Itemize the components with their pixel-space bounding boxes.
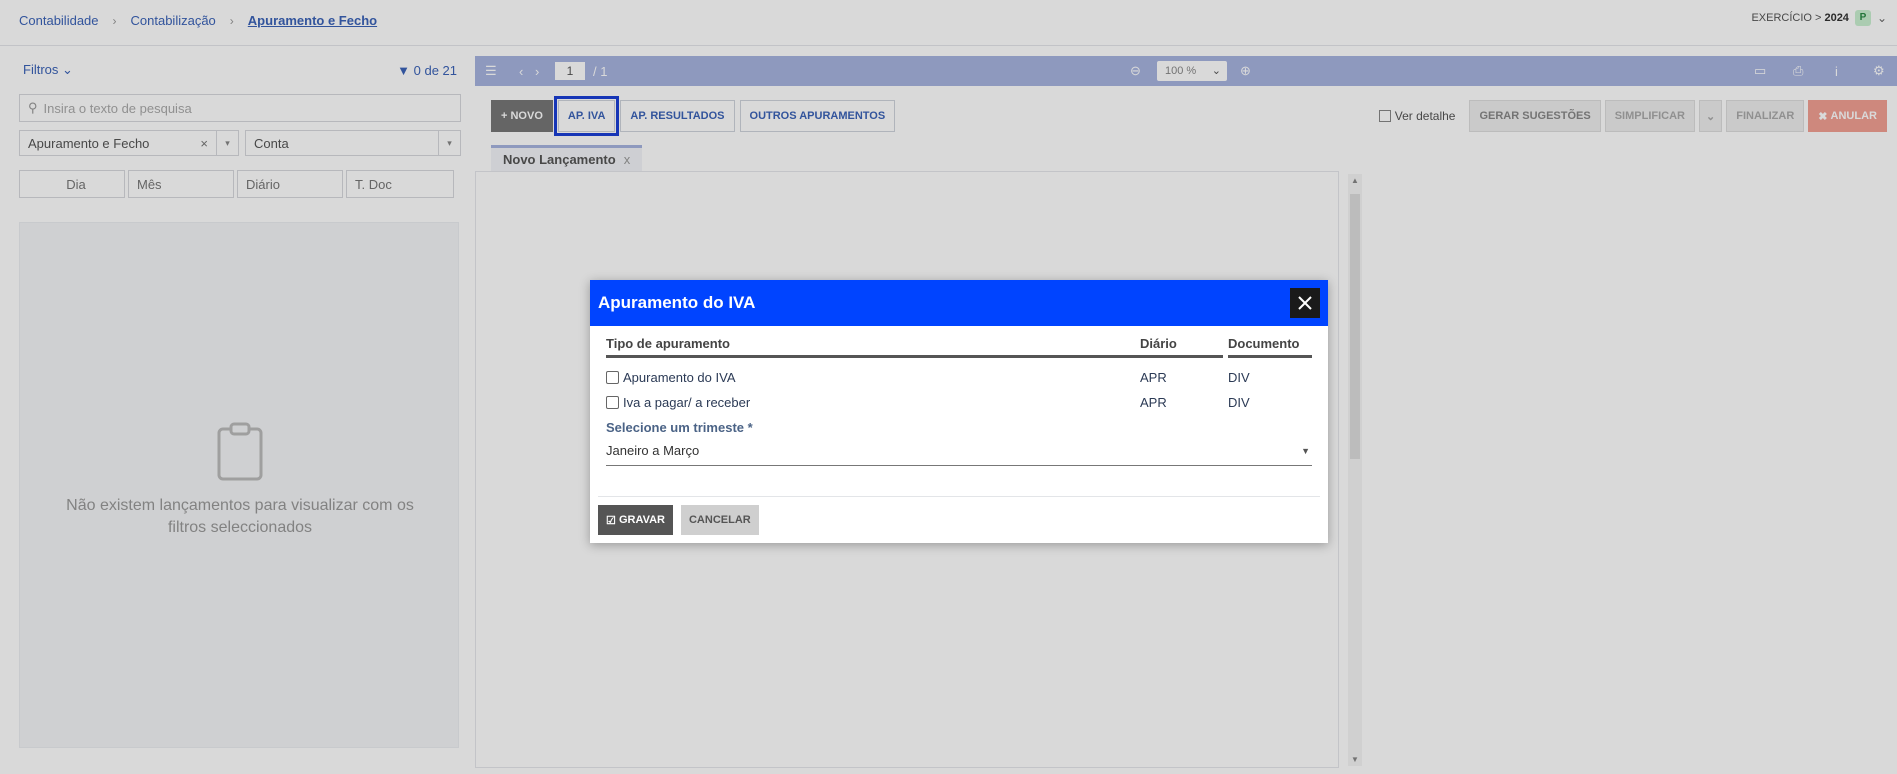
- row-apuramento-iva[interactable]: Apuramento do IVA: [606, 370, 736, 385]
- col-documento: Documento: [1228, 336, 1312, 358]
- row-documento: DIV: [1228, 370, 1250, 385]
- col-tipo-apuramento: Tipo de apuramento: [606, 336, 1150, 358]
- trimestre-label: Selecione um trimeste *: [606, 420, 753, 435]
- col-diario: Diário: [1140, 336, 1223, 358]
- apuramento-iva-dialog: Apuramento do IVA Tipo de apuramento Diá…: [590, 280, 1328, 543]
- apuramento-iva-checkbox[interactable]: [606, 371, 619, 384]
- trimestre-value: Janeiro a Março: [606, 443, 700, 458]
- dialog-header: Apuramento do IVA: [590, 280, 1328, 326]
- dropdown-arrow-icon: ▼: [1301, 446, 1310, 456]
- iva-pagar-receber-checkbox[interactable]: [606, 396, 619, 409]
- save-label: GRAVAR: [618, 514, 665, 526]
- row-label: Iva a pagar/ a receber: [623, 395, 751, 410]
- row-diario: APR: [1140, 370, 1167, 385]
- dialog-title: Apuramento do IVA: [598, 293, 756, 312]
- cancel-button[interactable]: CANCELAR: [680, 505, 759, 535]
- close-dialog-button[interactable]: [1290, 288, 1320, 318]
- row-iva-pagar-receber[interactable]: Iva a pagar/ a receber: [606, 395, 750, 410]
- row-documento: DIV: [1228, 395, 1250, 410]
- trimestre-select[interactable]: Janeiro a Março ▼: [606, 440, 1312, 466]
- close-icon: [1298, 296, 1312, 310]
- check-square-icon: ☑: [606, 514, 616, 527]
- dialog-footer: ☑ GRAVAR CANCELAR: [598, 496, 1320, 535]
- row-diario: APR: [1140, 395, 1167, 410]
- row-label: Apuramento do IVA: [623, 370, 736, 385]
- save-button[interactable]: ☑ GRAVAR: [598, 505, 673, 535]
